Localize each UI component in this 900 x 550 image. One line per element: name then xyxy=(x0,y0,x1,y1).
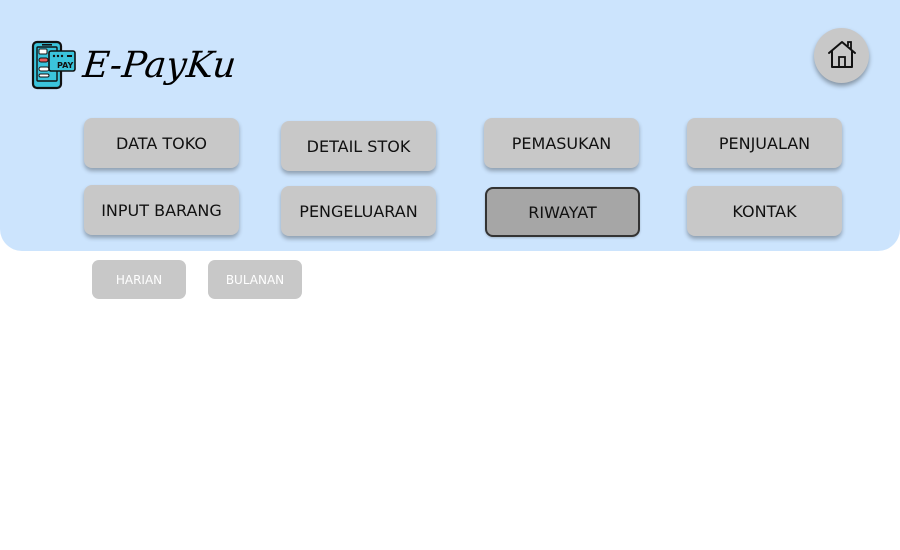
nav-kontak-button[interactable]: KONTAK xyxy=(687,186,842,236)
nav-detail-stok-button[interactable]: DETAIL STOK xyxy=(281,121,436,171)
home-button[interactable] xyxy=(814,28,869,83)
nav-data-toko-button[interactable]: DATA TOKO xyxy=(84,118,239,168)
nav-pemasukan-button[interactable]: PEMASUKAN xyxy=(484,118,639,168)
nav-riwayat-button[interactable]: RIWAYAT xyxy=(485,187,640,237)
bulanan-tab-button[interactable]: BULANAN xyxy=(208,260,302,299)
header: PAY E-PayKu DATA TOKO DETAIL STOK PEMASU… xyxy=(0,0,900,251)
nav-input-barang-button[interactable]: INPUT BARANG xyxy=(84,185,239,235)
nav-pengeluaran-button[interactable]: PENGELUARAN xyxy=(281,186,436,236)
home-icon xyxy=(826,38,858,74)
nav-penjualan-button[interactable]: PENJUALAN xyxy=(687,118,842,168)
brand-title: E-PayKu xyxy=(80,45,239,86)
app-logo-icon: PAY xyxy=(31,40,77,90)
logo-pay-text: PAY xyxy=(57,61,74,70)
harian-tab-button[interactable]: HARIAN xyxy=(92,260,186,299)
